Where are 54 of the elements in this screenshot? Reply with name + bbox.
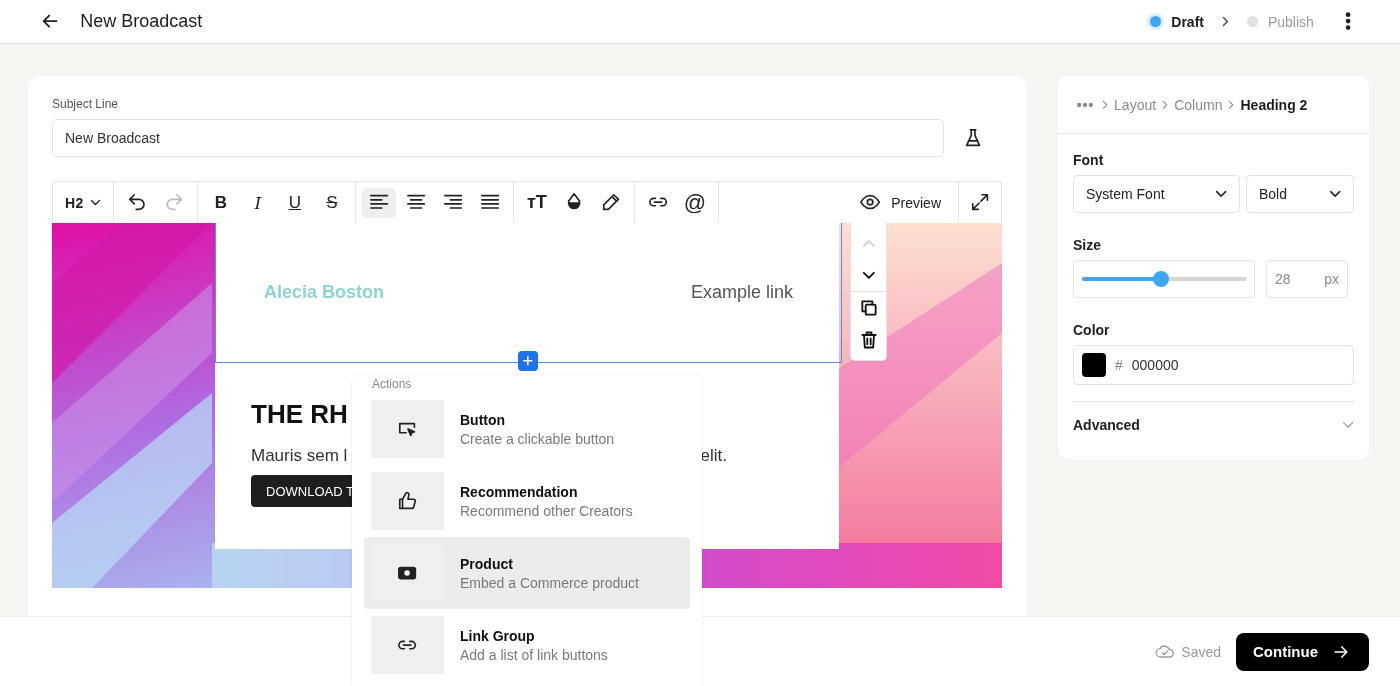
chevron-icon [1228, 99, 1235, 110]
breadcrumb-item[interactable]: Heading 2 [1240, 96, 1308, 113]
chevron-icon [1341, 420, 1354, 429]
menu-item[interactable]: Recommendation Recommend other Creators [364, 465, 690, 537]
subject-field[interactable]: New Broadcast [52, 119, 944, 157]
italic-button[interactable]: I [240, 187, 275, 218]
body-text: elit. [700, 446, 727, 466]
color-field[interactable]: # 000000 [1073, 345, 1354, 385]
size-field[interactable]: 28 px [1266, 260, 1348, 298]
menu-item[interactable]: Button Create a clickable button [364, 393, 690, 465]
item-description: Embed a Commerce product [460, 574, 639, 591]
item-description: Create a clickable button [460, 430, 615, 447]
menu-heading: Actions [371, 376, 412, 393]
align-left-button[interactable] [361, 187, 396, 218]
save-status: Saved [1181, 643, 1221, 660]
item-description: Add a list of link buttons [460, 646, 608, 663]
bold-button[interactable]: B [203, 187, 238, 218]
field-label: Subject Line [52, 96, 119, 112]
page-title: New Broadcast [80, 11, 203, 32]
mention-button[interactable]: @ [677, 187, 712, 218]
example-link[interactable]: Example link [690, 282, 793, 303]
text-size-button[interactable]: тT [519, 187, 554, 218]
add-block-button[interactable] [518, 351, 538, 371]
continue-button[interactable]: Continue [1236, 632, 1369, 671]
chevron-icon [1221, 16, 1229, 27]
caret-icon [1214, 190, 1227, 198]
item-title: Link Group [460, 627, 536, 644]
color-swatch[interactable] [1082, 353, 1106, 377]
item-title: Recommendation [460, 483, 579, 500]
menu-item[interactable]: Link Group Add a list of link buttons [364, 609, 690, 681]
advanced-toggle[interactable]: Advanced [1073, 402, 1354, 447]
field-label: Size [1073, 237, 1101, 253]
field-label: Color [1073, 322, 1110, 338]
email-heading: THE RH [251, 399, 348, 430]
caret-icon [89, 199, 101, 206]
field-label: Font [1073, 152, 1104, 168]
font-select[interactable]: System Font [1073, 175, 1240, 213]
body-text: Mauris sem l [251, 446, 348, 466]
item-title: Product [460, 555, 514, 572]
breadcrumb-item[interactable]: Column [1174, 96, 1223, 113]
status-step[interactable]: Draft [1146, 11, 1208, 32]
breadcrumb-item[interactable]: Layout [1114, 96, 1157, 113]
weight-select[interactable]: Bold [1246, 175, 1354, 213]
strikethrough-button[interactable]: S [314, 187, 349, 218]
menu-item[interactable]: Product Embed a Commerce product [364, 537, 690, 609]
item-description: Recommend other Creators [460, 502, 633, 519]
underline-button[interactable]: U [277, 187, 312, 218]
slider-thumb[interactable] [1152, 271, 1169, 287]
author-name: Alecia Boston [264, 282, 385, 303]
caret-icon [1328, 190, 1341, 198]
item-title: Button [460, 411, 507, 428]
chevron-icon [1102, 99, 1109, 110]
heading-select[interactable]: H2 [59, 187, 107, 218]
chevron-icon [1162, 99, 1169, 110]
